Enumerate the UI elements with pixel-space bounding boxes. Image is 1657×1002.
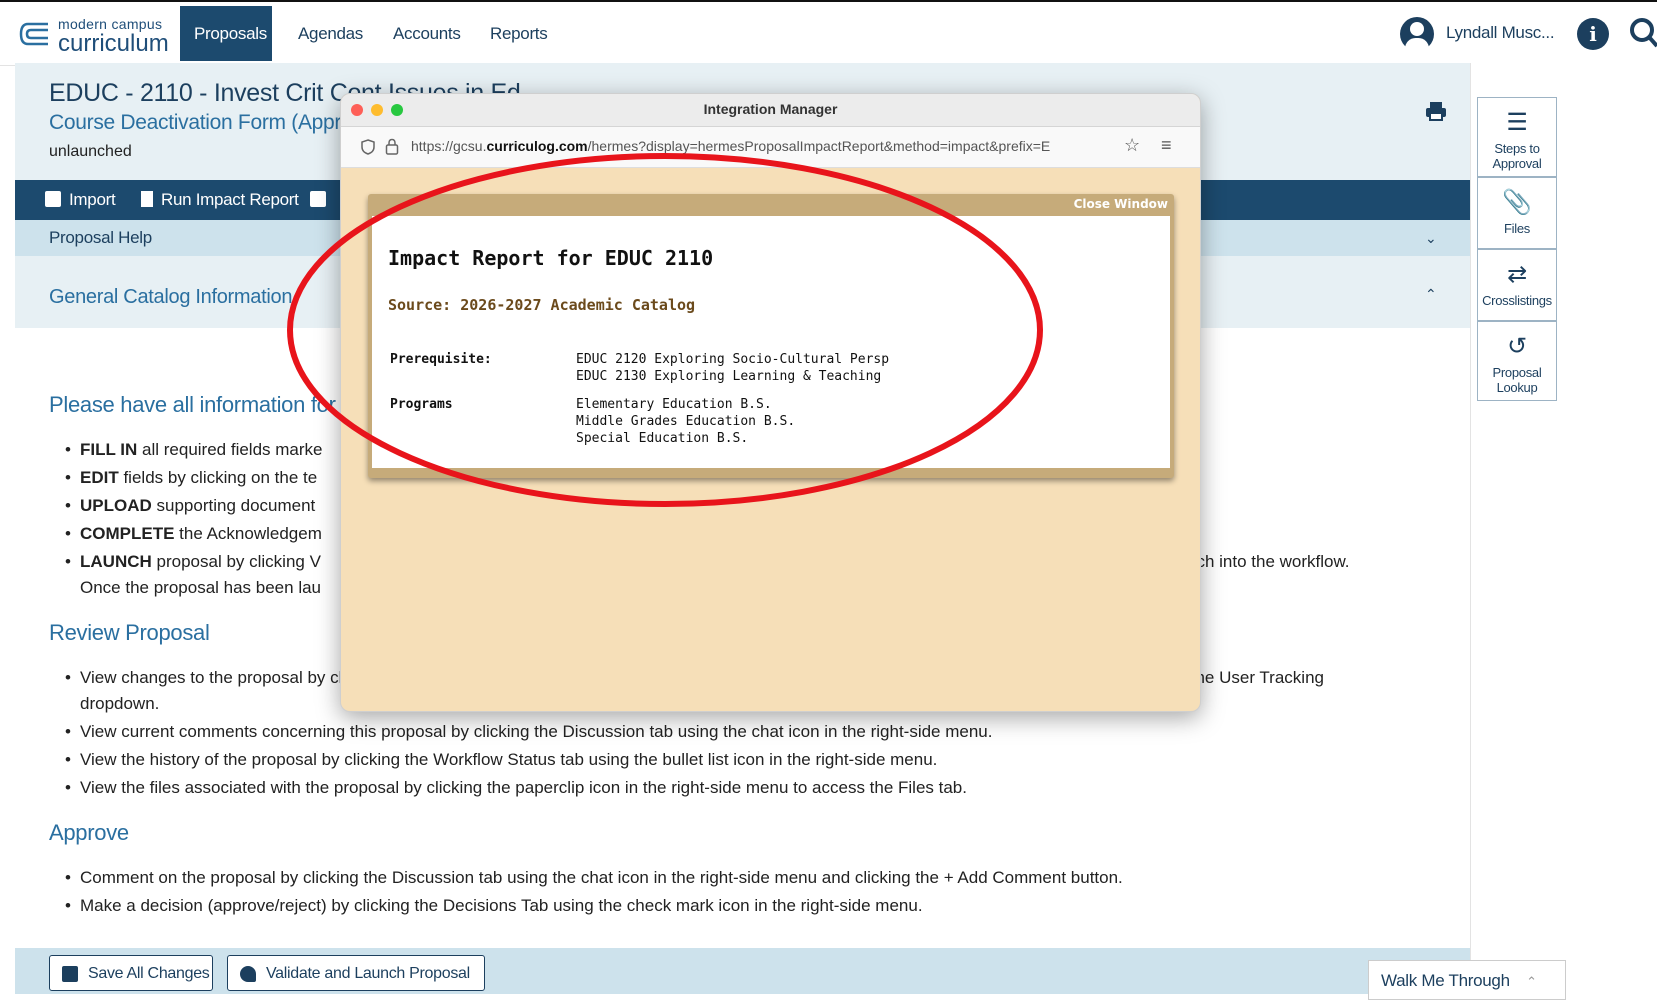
approve-heading: Approve xyxy=(49,820,129,845)
address-bar[interactable]: https://gcsu.curriculog.com/hermes?displ… xyxy=(341,127,1200,168)
form-name: Course Deactivation Form (Appro xyxy=(49,111,353,134)
validate-and-launch-label: Validate and Launch Proposal xyxy=(266,965,470,982)
files-button[interactable]: 📎 Files xyxy=(1477,177,1557,249)
save-all-changes-label: Save All Changes xyxy=(88,965,210,982)
program-value: Middle Grades Education B.S. xyxy=(576,414,796,429)
program-value: Elementary Education B.S. xyxy=(576,397,772,412)
url-text[interactable]: https://gcsu.curriculog.com/hermes?displ… xyxy=(411,138,1111,154)
window-title: Integration Manager xyxy=(703,101,838,117)
shuffle-icon: ⇄ xyxy=(1507,261,1527,288)
history-icon: ↺ xyxy=(1507,333,1527,360)
nav-tab-proposals[interactable]: Proposals xyxy=(180,6,272,61)
general-catalog-information-label: General Catalog Information xyxy=(49,286,293,308)
nav-tab-accounts[interactable]: Accounts xyxy=(379,6,469,61)
files-label: Files xyxy=(1504,221,1530,236)
chevron-up-icon: ⌃ xyxy=(1526,974,1537,989)
import-icon xyxy=(45,191,61,207)
list-item: EDIT fields by clicking on the te xyxy=(65,468,317,488)
modern-campus-logo[interactable]: modern campus curriculum xyxy=(18,16,173,57)
list-item: Comment on the proposal by clicking the … xyxy=(65,868,1123,888)
program-value: Special Education B.S. xyxy=(576,431,749,446)
lock-icon xyxy=(385,138,399,155)
report-source: Source: 2026-2027 Academic Catalog xyxy=(388,296,696,314)
save-icon[interactable] xyxy=(310,180,334,220)
document-icon xyxy=(141,191,153,207)
save-icon xyxy=(62,966,78,982)
list-item: Make a decision (approve/reject) by clic… xyxy=(65,896,923,916)
prerequisite-label: Prerequisite: xyxy=(390,352,492,367)
logo-mark-icon xyxy=(19,22,48,46)
shield-icon xyxy=(361,139,375,155)
top-navigation-bar: modern campus curriculum Proposals Agend… xyxy=(0,0,1657,66)
prerequisite-value: EDUC 2130 Exploring Learning & Teaching xyxy=(576,369,882,384)
user-name: Lyndall Musc... xyxy=(1446,23,1555,42)
search-icon[interactable] xyxy=(1628,16,1657,50)
steps-to-approval-label: Steps to Approval xyxy=(1492,141,1542,171)
crosslistings-button[interactable]: ⇄ Crosslistings xyxy=(1477,249,1557,321)
right-side-menu: ☰ Steps to Approval 📎 Files ⇄ Crosslisti… xyxy=(1470,63,1657,994)
proposal-help-label: Proposal Help xyxy=(49,228,152,247)
run-impact-report-label: Run Impact Report xyxy=(161,190,299,209)
chevron-down-icon[interactable]: ⌄ xyxy=(1425,230,1437,247)
impact-report-panel: Close Window Impact Report for EDUC 2110… xyxy=(368,194,1174,478)
nav-tab-agendas[interactable]: Agendas xyxy=(284,6,372,61)
bookmark-star-icon[interactable]: ☆ xyxy=(1124,135,1140,156)
crosslistings-label: Crosslistings xyxy=(1482,293,1552,308)
paperclip-icon: 📎 xyxy=(1502,189,1532,216)
info-icon[interactable]: i xyxy=(1577,18,1609,50)
list-item: View the files associated with the propo… xyxy=(65,778,967,798)
run-impact-report-button[interactable]: Run Impact Report xyxy=(141,180,299,220)
close-window-link[interactable]: Close Window xyxy=(1074,197,1168,211)
chevron-up-icon[interactable]: ⌃ xyxy=(1425,286,1437,303)
list-item-continuation: dropdown. xyxy=(80,694,160,713)
walk-me-through-label: Walk Me Through xyxy=(1381,971,1510,990)
validate-and-launch-button[interactable]: Validate and Launch Proposal xyxy=(227,955,485,991)
integration-manager-window[interactable]: Integration Manager https://gcsu.curricu… xyxy=(340,93,1201,712)
import-label: Import xyxy=(69,190,116,209)
prerequisite-value: EDUC 2120 Exploring Socio-Cultural Persp xyxy=(576,352,890,367)
bullet-list-icon: ☰ xyxy=(1506,109,1528,136)
rocket-icon xyxy=(240,966,256,982)
list-item: COMPLETE the Acknowledgem xyxy=(65,524,322,544)
print-icon[interactable] xyxy=(1425,101,1447,121)
list-item: FILL IN all required fields marke xyxy=(65,440,322,460)
list-item-continuation: Once the proposal has been lau xyxy=(80,578,322,597)
impact-report-body: Impact Report for EDUC 2110 Source: 2026… xyxy=(372,216,1170,468)
steps-to-approval-button[interactable]: ☰ Steps to Approval xyxy=(1477,97,1557,177)
list-item: View current comments concerning this pr… xyxy=(65,722,992,742)
save-all-changes-button[interactable]: Save All Changes xyxy=(49,955,213,991)
user-avatar-icon xyxy=(1400,17,1434,52)
programs-label: Programs xyxy=(390,397,453,412)
list-item: View the history of the proposal by clic… xyxy=(65,750,937,770)
proposal-status: unlaunched xyxy=(49,143,132,160)
bottom-action-bar: Save All Changes Validate and Launch Pro… xyxy=(15,948,1470,994)
review-proposal-heading: Review Proposal xyxy=(49,620,210,645)
list-item: LAUNCH proposal by clicking V xyxy=(65,552,321,572)
hamburger-menu-icon[interactable]: ≡ xyxy=(1161,135,1172,156)
list-item: UPLOAD supporting document xyxy=(65,496,315,516)
proposal-lookup-label: Proposal Lookup xyxy=(1492,365,1542,395)
walk-me-through-button[interactable]: Walk Me Through ⌃ xyxy=(1368,960,1566,1000)
proposal-lookup-button[interactable]: ↺ Proposal Lookup xyxy=(1477,321,1557,401)
window-titlebar[interactable]: Integration Manager xyxy=(341,94,1200,127)
logo-text-big: curriculum xyxy=(58,30,169,57)
launch-text-tail: nch into the workflow. xyxy=(1187,552,1350,571)
nav-tab-reports[interactable]: Reports xyxy=(476,6,560,61)
report-title: Impact Report for EDUC 2110 xyxy=(388,246,714,270)
import-button[interactable]: Import xyxy=(45,180,116,220)
please-heading: Please have all information for th xyxy=(49,392,360,417)
